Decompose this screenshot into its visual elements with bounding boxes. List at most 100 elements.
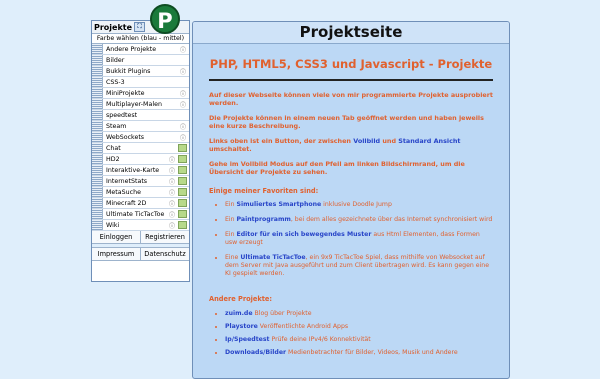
other-project-description: Veröffentlichte Android Apps bbox=[257, 323, 349, 330]
toggle-text-a: Links oben ist ein Button, der zwischen bbox=[209, 137, 354, 145]
drag-handle-icon[interactable] bbox=[92, 77, 103, 87]
standard-view-link[interactable]: Standard Ansicht bbox=[398, 137, 460, 145]
info-icon[interactable]: ⓘ bbox=[179, 67, 187, 76]
favorite-item: Ein Paintprogramm, bei dem alles gezeich… bbox=[225, 216, 493, 224]
drag-handle-icon[interactable] bbox=[92, 154, 103, 164]
sidebar-item-label: speedtest bbox=[106, 111, 138, 119]
sidebar-item[interactable]: Ultimate TicTacToe ⓘ bbox=[92, 209, 189, 220]
drag-handle-icon[interactable] bbox=[92, 66, 103, 76]
sidebar-item[interactable]: Minecraft 2D ⓘ bbox=[92, 198, 189, 209]
info-icon[interactable]: ⓘ bbox=[179, 133, 187, 142]
other-project-link[interactable]: Playstore bbox=[225, 323, 258, 330]
favorite-link[interactable]: Simuliertes Smartphone bbox=[237, 201, 322, 208]
drag-handle-icon[interactable] bbox=[92, 121, 103, 131]
info-icon[interactable]: ⓘ bbox=[179, 89, 187, 98]
drag-handle-icon[interactable] bbox=[92, 176, 103, 186]
drag-handle-icon[interactable] bbox=[92, 55, 103, 65]
heading-divider bbox=[209, 79, 493, 81]
favorites-heading: Einige meiner Favoriten sind: bbox=[209, 187, 319, 195]
drag-handle-icon[interactable] bbox=[92, 88, 103, 98]
preview-image-icon[interactable] bbox=[178, 177, 187, 185]
preview-image-icon[interactable] bbox=[178, 188, 187, 196]
other-project-link[interactable]: Downloads/Bilder bbox=[225, 349, 286, 356]
other-project-item: Playstore Veröffentlichte Android Apps bbox=[225, 323, 493, 331]
sidebar-item-label: Bilder bbox=[106, 56, 125, 64]
drag-handle-icon[interactable] bbox=[92, 44, 103, 54]
info-icon[interactable]: ⓘ bbox=[179, 45, 187, 54]
info-icon[interactable]: ⓘ bbox=[168, 221, 176, 230]
sidebar-item[interactable]: InternetStats ⓘ bbox=[92, 176, 189, 187]
preview-image-icon[interactable] bbox=[178, 166, 187, 174]
drag-handle-icon[interactable] bbox=[92, 110, 103, 120]
sidebar-item-label: InternetStats bbox=[106, 177, 148, 185]
site-logo[interactable]: P bbox=[150, 4, 180, 34]
favorite-item: Ein Editor für ein sich bewegendes Muste… bbox=[225, 231, 493, 247]
sidebar-item[interactable]: Interaktive-Karte ⓘ bbox=[92, 165, 189, 176]
fullscreen-toggle-icon[interactable]: ⛶ bbox=[134, 22, 146, 32]
preview-image-icon[interactable] bbox=[178, 155, 187, 163]
drag-handle-icon[interactable] bbox=[92, 165, 103, 175]
preview-image-icon[interactable] bbox=[178, 144, 187, 152]
sidebar-item-label: Chat bbox=[106, 144, 121, 152]
drag-handle-icon[interactable] bbox=[92, 132, 103, 142]
other-project-description: Blog über Projekte bbox=[252, 310, 312, 317]
sidebar-item-label: Minecraft 2D bbox=[106, 199, 147, 207]
sidebar-item[interactable]: CSS-3 bbox=[92, 77, 189, 88]
favorite-link[interactable]: Ultimate TicTacToe bbox=[240, 254, 305, 261]
sidebar-item-label: Ultimate TicTacToe bbox=[106, 210, 165, 218]
intro-paragraph: Auf dieser Webseite können viele von mir… bbox=[209, 91, 493, 107]
main-heading: PHP, HTML5, CSS3 und Javascript - Projek… bbox=[209, 57, 493, 71]
drag-handle-icon[interactable] bbox=[92, 220, 103, 230]
info-icon[interactable]: ⓘ bbox=[179, 100, 187, 109]
sidebar-item[interactable]: Bukkit Plugins ⓘ bbox=[92, 66, 189, 77]
impressum-link[interactable]: Impressum bbox=[92, 248, 141, 260]
login-button[interactable]: Einloggen bbox=[92, 231, 141, 243]
preview-image-icon[interactable] bbox=[178, 199, 187, 207]
sidebar-item[interactable]: MiniProjekte ⓘ bbox=[92, 88, 189, 99]
sidebar-item-label: Wiki bbox=[106, 221, 120, 229]
info-icon[interactable]: ⓘ bbox=[168, 188, 176, 197]
other-project-link[interactable]: zuim.de bbox=[225, 310, 253, 317]
drag-handle-icon[interactable] bbox=[92, 143, 103, 153]
info-icon[interactable]: ⓘ bbox=[179, 122, 187, 131]
toggle-text-b: und bbox=[380, 137, 399, 145]
drag-handle-icon[interactable] bbox=[92, 99, 103, 109]
drag-handle-icon[interactable] bbox=[92, 198, 103, 208]
favorite-link[interactable]: Editor für ein sich bewegendes Muster bbox=[237, 231, 372, 238]
preview-image-icon[interactable] bbox=[178, 221, 187, 229]
other-project-item: Downloads/Bilder Medienbetrachter für Bi… bbox=[225, 349, 493, 357]
vollbild-link[interactable]: Vollbild bbox=[353, 137, 380, 145]
sidebar-item[interactable]: MetaSuche ⓘ bbox=[92, 187, 189, 198]
sidebar-item[interactable]: WebSockets ⓘ bbox=[92, 132, 189, 143]
favorite-item: Ein Simuliertes Smartphone inklusive Doo… bbox=[225, 201, 493, 209]
info-icon[interactable]: ⓘ bbox=[168, 210, 176, 219]
favorite-pre: Ein bbox=[225, 216, 237, 223]
sidebar-item[interactable]: Multiplayer-Malen ⓘ bbox=[92, 99, 189, 110]
color-select[interactable]: Farbe wählen (blau - mittel) bbox=[92, 34, 189, 44]
info-icon[interactable]: ⓘ bbox=[168, 177, 176, 186]
toggle-text-c: umschaltet. bbox=[209, 145, 252, 153]
favorite-link[interactable]: Paintprogramm bbox=[237, 216, 291, 223]
favorite-description: inklusive Doodle Jump bbox=[321, 201, 392, 208]
drag-handle-icon[interactable] bbox=[92, 187, 103, 197]
other-project-item: Ip/Speedtest Prüfe deine IPv4/6 Konnekti… bbox=[225, 336, 493, 344]
preview-image-icon[interactable] bbox=[178, 210, 187, 218]
info-icon[interactable]: ⓘ bbox=[168, 199, 176, 208]
sidebar-item[interactable]: Steam ⓘ bbox=[92, 121, 189, 132]
datenschutz-link[interactable]: Datenschutz bbox=[141, 248, 189, 260]
favorite-pre: Eine bbox=[225, 254, 241, 261]
sidebar-item[interactable]: Wiki ⓘ bbox=[92, 220, 189, 231]
toggle-paragraph: Links oben ist ein Button, der zwischen … bbox=[209, 137, 493, 153]
project-sidebar: Projekte ⛶ Farbe wählen (blau - mittel) … bbox=[91, 20, 190, 282]
info-icon[interactable]: ⓘ bbox=[168, 155, 176, 164]
legal-row: Impressum Datenschutz bbox=[92, 248, 189, 261]
info-icon[interactable]: ⓘ bbox=[168, 166, 176, 175]
register-button[interactable]: Registrieren bbox=[141, 231, 189, 243]
sidebar-item[interactable]: speedtest bbox=[92, 110, 189, 121]
drag-handle-icon[interactable] bbox=[92, 209, 103, 219]
sidebar-item[interactable]: Andere Projekte ⓘ bbox=[92, 44, 189, 55]
other-project-link[interactable]: Ip/Speedtest bbox=[225, 336, 270, 343]
sidebar-item[interactable]: HD2 ⓘ bbox=[92, 154, 189, 165]
sidebar-item[interactable]: Bilder bbox=[92, 55, 189, 66]
sidebar-item[interactable]: Chat bbox=[92, 143, 189, 154]
